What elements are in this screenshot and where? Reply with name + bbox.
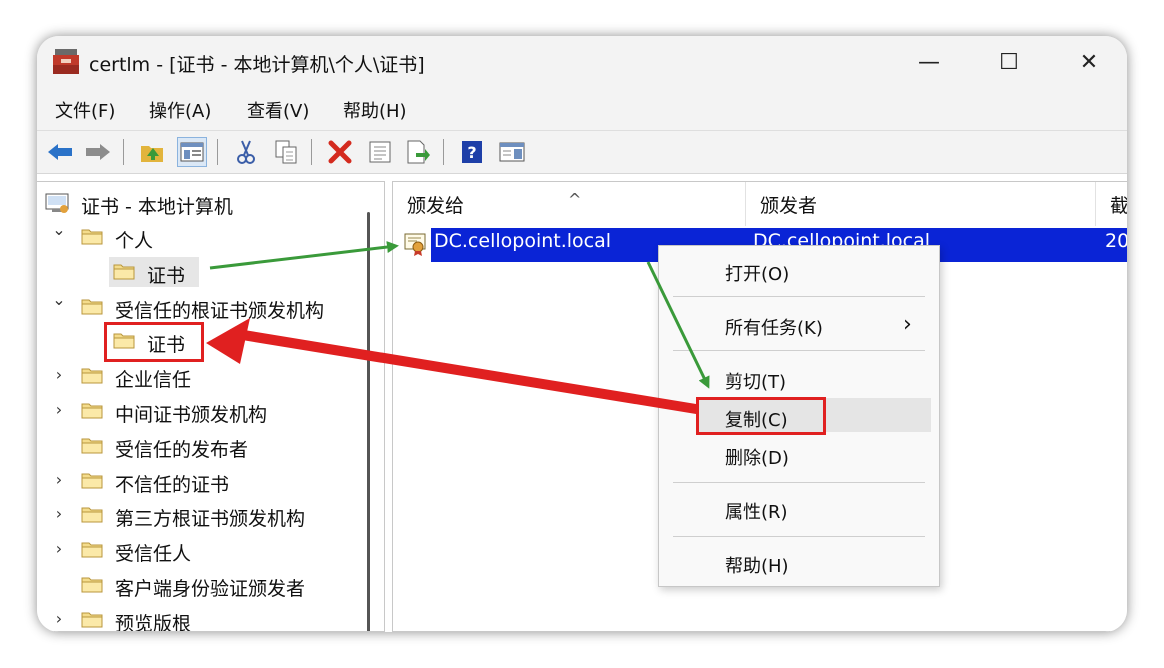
menu-bar: 文件(F) 操作(A) 查看(V) 帮助(H) <box>37 88 1127 131</box>
folder-icon <box>81 577 103 593</box>
chevron-right-icon[interactable]: › <box>51 365 67 385</box>
action-pane-icon[interactable] <box>497 137 527 167</box>
tree-scrollbar[interactable] <box>367 212 370 631</box>
folder-icon <box>81 542 103 558</box>
tree-item-label: 客户端身份验证颁发者 <box>115 578 306 600</box>
window-title: certlm - [证书 - 本地计算机\个人\证书] <box>89 54 425 76</box>
tree-item-label: 第三方根证书颁发机构 <box>115 508 306 531</box>
tree-item[interactable]: ⌄ 受信任的根证书颁发机构 <box>37 290 367 324</box>
submenu-arrow-icon: › <box>903 312 912 337</box>
maximize-button[interactable]: ☐ <box>987 42 1031 82</box>
sort-ascending-icon: ^ <box>568 190 582 209</box>
folder-icon <box>81 299 103 315</box>
tree-item-label: 受信任的根证书颁发机构 <box>115 299 325 322</box>
tree-item[interactable]: › 第三方根证书颁发机构 <box>37 498 367 532</box>
tree-item-label: 企业信任 <box>115 369 192 392</box>
tree-item-label: 预览版根 <box>115 612 192 632</box>
menu-item-all-tasks[interactable]: 所有任务(K) <box>725 314 823 340</box>
minimize-button[interactable]: — <box>907 42 951 82</box>
folder-icon <box>81 368 103 384</box>
cut-icon[interactable] <box>231 137 261 167</box>
help-icon[interactable]: ? <box>457 137 487 167</box>
folder-icon <box>81 438 103 454</box>
annotation-highlight-copy <box>696 397 826 435</box>
toolbar: ? <box>37 131 1127 174</box>
svg-text:?: ? <box>467 143 476 162</box>
tree-item-label: 个人 <box>115 230 154 252</box>
console-tree[interactable]: 证书 - 本地计算机 ⌄ 个人 证书 ⌄ 受信任的根证书颁发机构 证书 › 企业信任 › 中间证书… <box>37 181 385 632</box>
delete-icon[interactable] <box>325 137 355 167</box>
chevron-down-icon[interactable]: ⌄ <box>51 290 67 310</box>
folder-icon <box>81 612 103 628</box>
forward-arrow-icon[interactable] <box>83 137 113 167</box>
close-button[interactable]: ✕ <box>1067 42 1111 82</box>
chevron-down-icon[interactable]: ⌄ <box>51 220 67 240</box>
certificate-manager-app-icon <box>53 49 79 74</box>
menu-action[interactable]: 操作(A) <box>149 97 211 123</box>
chevron-right-icon[interactable]: › <box>51 470 67 490</box>
tree-item[interactable]: 证书 <box>37 255 367 289</box>
menu-view[interactable]: 查看(V) <box>247 97 309 123</box>
tree-item-label: 中间证书颁发机构 <box>115 404 268 426</box>
tree-item[interactable]: › 受信任人 <box>37 533 367 567</box>
chevron-right-icon[interactable]: › <box>51 609 67 629</box>
tree-root-label: 证书 - 本地计算机 <box>81 196 233 218</box>
menu-help[interactable]: 帮助(H) <box>343 97 407 123</box>
export-list-icon[interactable] <box>403 137 433 167</box>
tree-root[interactable]: 证书 - 本地计算机 <box>37 186 367 220</box>
folder-icon <box>113 264 135 280</box>
column-header-issued-by[interactable]: 颁发者 <box>746 182 1096 226</box>
up-folder-icon[interactable] <box>137 137 167 167</box>
tree-item[interactable]: › 不信任的证书 <box>37 464 367 498</box>
tree-item-label: 不信任的证书 <box>115 473 230 496</box>
certificate-icon <box>404 233 426 256</box>
folder-icon <box>81 229 103 245</box>
tree-item-label: 证书 <box>147 264 186 287</box>
menu-item-properties[interactable]: 属性(R) <box>725 498 788 524</box>
folder-icon <box>81 507 103 523</box>
column-header-expiration[interactable]: 截 <box>1096 182 1127 226</box>
tree-item[interactable]: 受信任的发布者 <box>37 429 367 463</box>
chevron-right-icon[interactable]: › <box>51 400 67 420</box>
tree-item-label: 受信任人 <box>115 543 192 566</box>
tree-item[interactable]: › 预览版根 <box>37 603 367 632</box>
tree-item[interactable]: ⌄ 个人 <box>37 220 367 254</box>
annotation-highlight-target-folder <box>104 322 204 362</box>
tree-item[interactable]: › 企业信任 <box>37 359 367 393</box>
cell-expiration: 20 <box>1105 230 1127 252</box>
chevron-right-icon[interactable]: › <box>51 504 67 524</box>
menu-item-open[interactable]: 打开(O) <box>725 260 789 286</box>
computer-certificate-icon <box>45 193 69 213</box>
folder-icon <box>81 473 103 489</box>
tree-item[interactable]: › 中间证书颁发机构 <box>37 394 367 428</box>
back-arrow-icon[interactable] <box>45 137 75 167</box>
menu-file[interactable]: 文件(F) <box>55 97 115 123</box>
menu-item-delete[interactable]: 删除(D) <box>725 444 789 470</box>
cell-issued-to: DC.cellopoint.local <box>434 230 612 252</box>
column-header-issued-to[interactable]: 颁发给 ^ <box>393 182 746 226</box>
properties-icon[interactable] <box>365 137 395 167</box>
chevron-right-icon[interactable]: › <box>51 539 67 559</box>
copy-icon[interactable] <box>271 137 301 167</box>
title-bar[interactable]: certlm - [证书 - 本地计算机\个人\证书] — ☐ ✕ <box>37 36 1127 88</box>
tree-item[interactable]: 客户端身份验证颁发者 <box>37 568 367 602</box>
folder-icon <box>81 403 103 419</box>
menu-item-cut[interactable]: 剪切(T) <box>725 368 786 394</box>
menu-item-help[interactable]: 帮助(H) <box>725 552 789 578</box>
tree-item-label: 受信任的发布者 <box>115 438 249 461</box>
show-hide-console-tree-icon[interactable] <box>177 137 207 167</box>
